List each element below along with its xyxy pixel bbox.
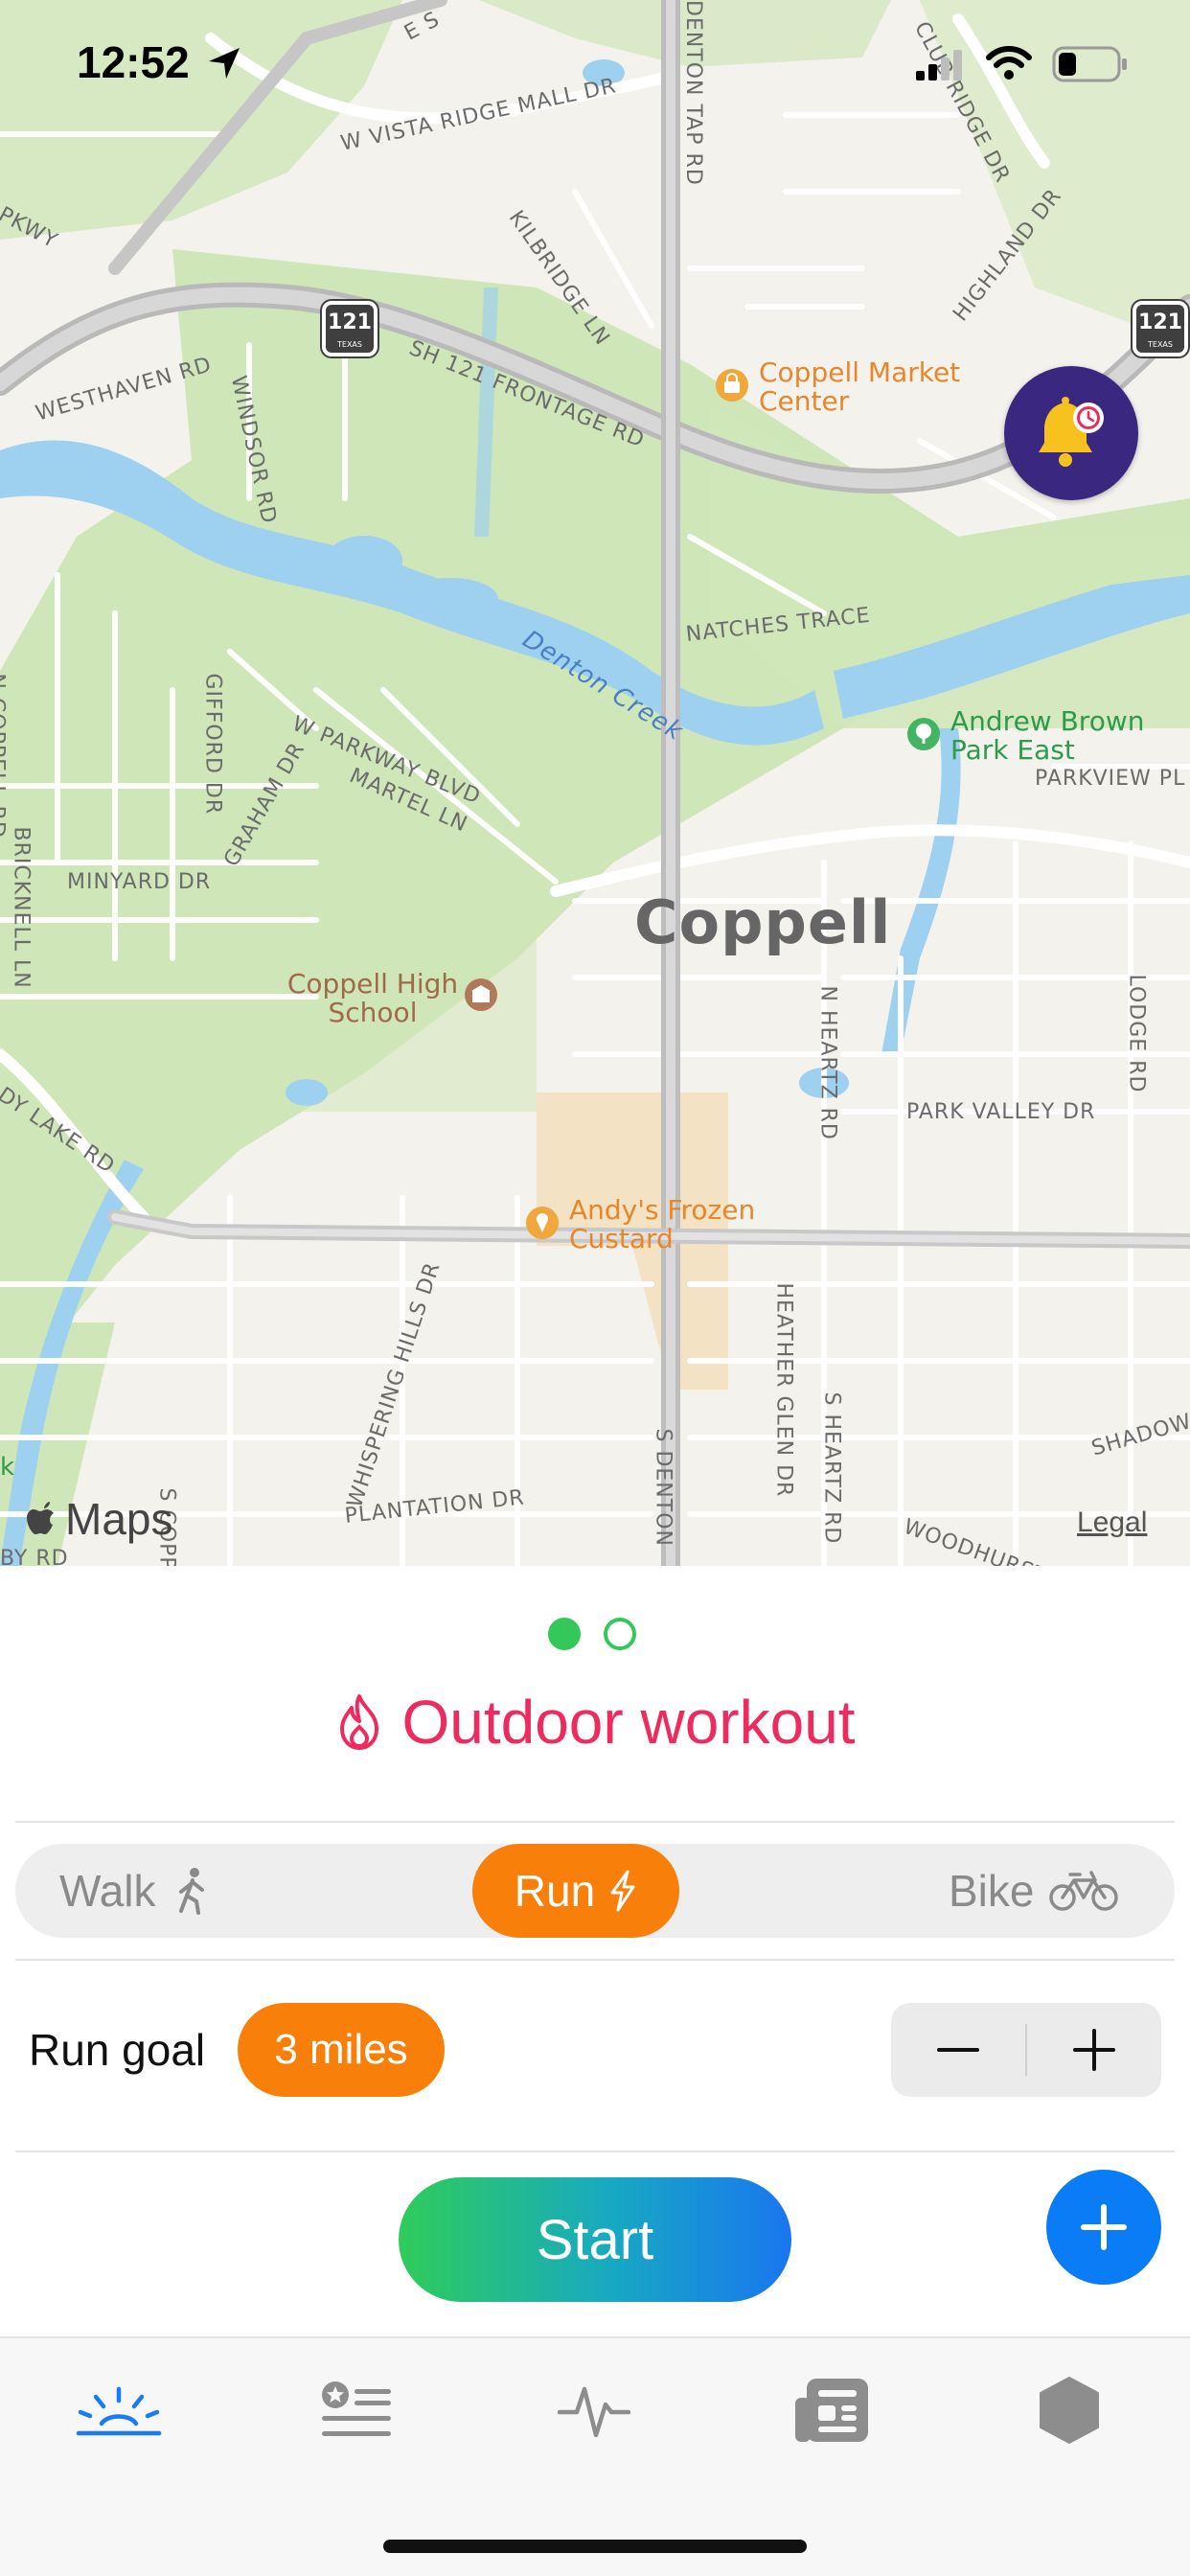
highway-shield-121-east: 121 TEXAS xyxy=(1133,301,1188,356)
workout-title: Outdoor workout xyxy=(0,1687,1190,1758)
tab-today[interactable] xyxy=(61,2358,176,2463)
school-icon xyxy=(465,978,497,1011)
page-dot-2[interactable] xyxy=(604,1618,636,1650)
road-label: S DENTON xyxy=(651,1428,675,1547)
newspaper-icon xyxy=(795,2379,868,2442)
tab-workouts[interactable] xyxy=(299,2358,414,2463)
ice-cream-icon xyxy=(526,1207,559,1239)
poi-school-label: Coppell High School xyxy=(286,968,459,1028)
road-label: BRICKNELL LN xyxy=(9,826,34,989)
poi-custard-label: Andy's Frozen Custard xyxy=(569,1194,756,1254)
bicycle-icon xyxy=(1049,1871,1119,1911)
goal-value-pill[interactable]: 3 miles xyxy=(238,2003,445,2097)
heartbeat-icon xyxy=(558,2386,630,2438)
road-label: N HEARTZ RD xyxy=(815,985,840,1140)
road-label: PARKVIEW PL xyxy=(1035,767,1186,791)
plus-icon xyxy=(1081,2204,1127,2250)
page-dot-1[interactable] xyxy=(548,1618,581,1650)
battery-icon xyxy=(1052,46,1127,82)
divider xyxy=(15,1821,1175,1823)
divider xyxy=(15,1959,1175,1961)
road-label: BY RD xyxy=(0,1547,69,1566)
cellular-signal-icon xyxy=(916,50,962,80)
road-label: N COPPELL RD xyxy=(0,674,9,839)
road-label: GIFFORD DR xyxy=(200,673,225,816)
page-indicator[interactable] xyxy=(548,1618,636,1650)
poi-park-label: Andrew Brown Park East xyxy=(950,705,1145,766)
divider xyxy=(15,2150,1175,2152)
bell-alarm-icon xyxy=(1039,397,1104,467)
goal-label: Run goal xyxy=(29,2025,206,2075)
road-label: S HEARTZ RD xyxy=(819,1392,844,1545)
mode-run[interactable]: Run xyxy=(472,1844,679,1938)
decrement-button[interactable] xyxy=(891,2003,1025,2097)
road-label: LODGE RD xyxy=(1124,974,1149,1093)
status-time: 12:52 xyxy=(77,37,190,87)
plus-icon xyxy=(1073,2029,1115,2071)
home-indicator[interactable] xyxy=(383,2540,807,2553)
hexagon-icon xyxy=(1040,2377,1099,2444)
goal-stepper xyxy=(891,2003,1161,2097)
start-button[interactable]: Start xyxy=(399,2177,791,2302)
maps-attribution: Maps xyxy=(27,1493,172,1545)
minus-icon xyxy=(937,2048,979,2052)
apple-logo-icon xyxy=(27,1502,54,1534)
star-list-icon xyxy=(322,2381,391,2436)
map-view[interactable]: 121 TEXAS 121 TEXAS W VISTA RIDGE MALL DR … xyxy=(0,0,1190,1566)
road-label: HEATHER GLEN DR xyxy=(771,1282,796,1498)
tab-profile[interactable] xyxy=(1012,2358,1127,2463)
city-label: Coppell xyxy=(634,887,892,957)
reminder-button[interactable] xyxy=(1004,366,1138,500)
mode-walk-label: Walk xyxy=(59,1866,156,1916)
maps-attribution-text: Maps xyxy=(65,1494,173,1544)
walking-person-icon xyxy=(178,1868,204,1915)
poi-market-label: Coppell Market Center xyxy=(759,356,961,417)
mode-walk[interactable]: Walk xyxy=(59,1844,210,1938)
legal-link[interactable]: Legal xyxy=(1077,1506,1147,1539)
lightning-bolt-icon xyxy=(610,1870,635,1912)
add-button[interactable] xyxy=(1046,2170,1161,2285)
highway-shield-121: 121 TEXAS xyxy=(322,301,378,356)
mode-run-label: Run xyxy=(514,1866,596,1916)
tree-icon xyxy=(907,718,940,750)
road-label: PARK VALLEY DR xyxy=(906,1100,1096,1124)
sunrise-icon xyxy=(76,2386,162,2436)
tab-activity[interactable] xyxy=(537,2358,652,2463)
increment-button[interactable] xyxy=(1027,2003,1161,2097)
map-edge-label: k xyxy=(0,1453,16,1482)
wifi-icon xyxy=(986,46,1032,80)
mode-bike-label: Bike xyxy=(949,1866,1035,1916)
shopping-bag-icon xyxy=(716,369,748,402)
mode-bike[interactable]: Bike xyxy=(949,1844,1119,1938)
flame-icon xyxy=(340,1694,379,1750)
status-bar: 12:52 xyxy=(0,0,1190,125)
location-arrow-icon xyxy=(209,48,240,79)
road-label: MINYARD DR xyxy=(67,870,212,894)
tab-news[interactable] xyxy=(774,2358,889,2463)
workout-title-text: Outdoor workout xyxy=(401,1688,856,1757)
